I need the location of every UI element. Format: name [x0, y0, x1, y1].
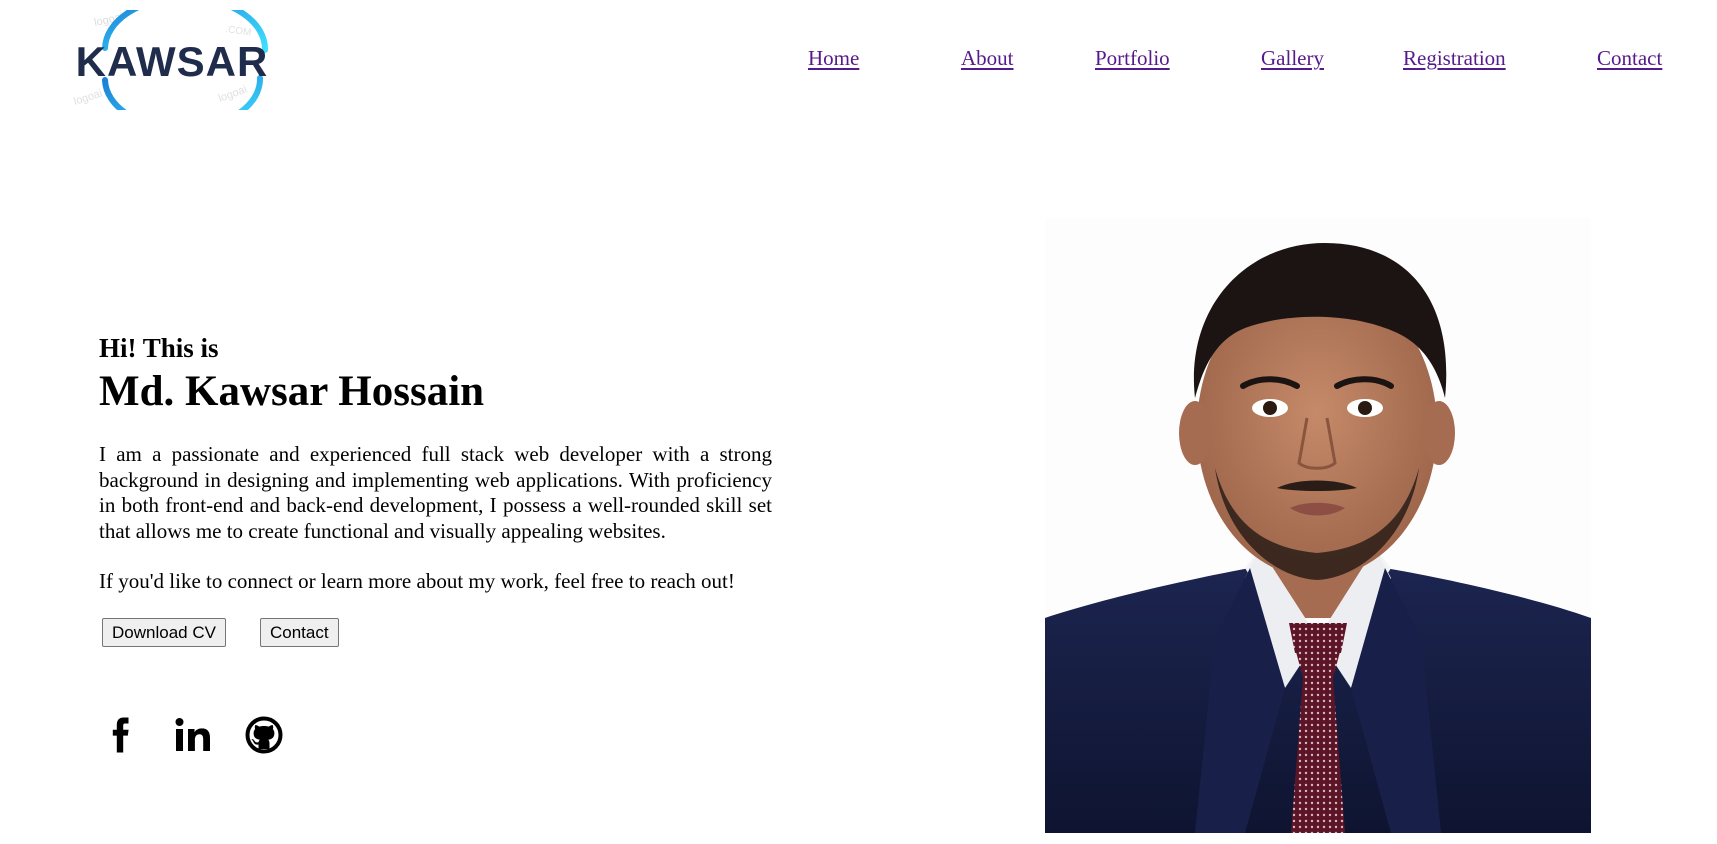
download-cv-button[interactable]: Download CV — [102, 618, 226, 647]
hero-bio: I am a passionate and experienced full s… — [99, 442, 772, 543]
nav-home[interactable]: Home — [808, 46, 859, 71]
hero-buttons: Download CV Contact — [99, 618, 772, 648]
profile-photo-graphic — [1045, 218, 1591, 833]
profile-photo — [1045, 218, 1591, 833]
github-icon[interactable] — [242, 713, 286, 757]
svg-text:.COM: .COM — [225, 24, 252, 39]
svg-text:logoai: logoai — [217, 84, 249, 105]
svg-text:logoai: logoai — [72, 87, 104, 107]
nav-contact[interactable]: Contact — [1597, 46, 1662, 71]
nav-portfolio[interactable]: Portfolio — [1095, 46, 1170, 71]
main-nav: Home About Portfolio Gallery Registratio… — [0, 40, 1717, 80]
nav-registration[interactable]: Registration — [1403, 46, 1506, 71]
hero-name: Md. Kawsar Hossain — [99, 368, 485, 415]
social-links — [99, 713, 319, 757]
contact-button[interactable]: Contact — [260, 618, 339, 647]
facebook-icon[interactable] — [99, 713, 143, 757]
nav-about[interactable]: About — [961, 46, 1014, 71]
linkedin-icon[interactable] — [171, 713, 215, 757]
hero-cta-text: If you'd like to connect or learn more a… — [99, 569, 735, 593]
hero-greeting: Hi! This is — [99, 333, 219, 363]
hero-section: Hi! This is Md. Kawsar Hossain I am a pa… — [99, 330, 772, 648]
nav-gallery[interactable]: Gallery — [1261, 46, 1324, 71]
site-header: logoai .COM logoai logoai KAWSAR Home Ab… — [0, 0, 1717, 120]
